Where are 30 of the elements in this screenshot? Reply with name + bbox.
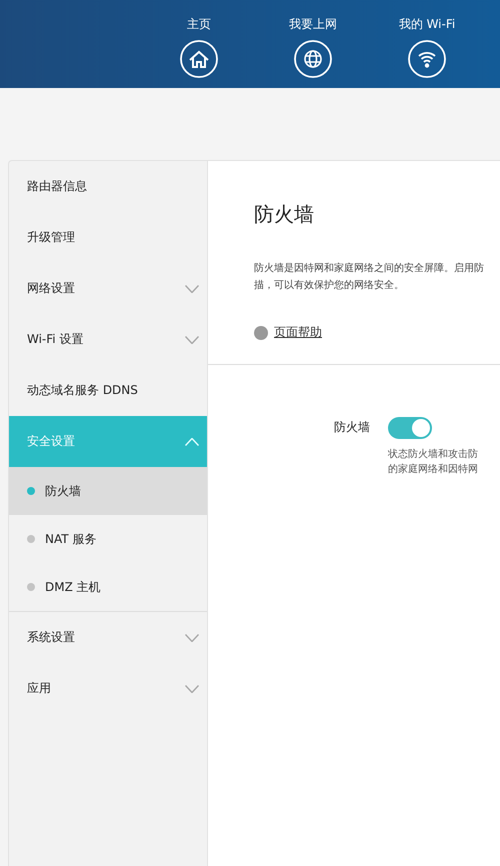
chevron-icon — [185, 284, 199, 292]
setting-note: 的家庭网络和因特网 — [388, 462, 478, 476]
nav-link[interactable]: 主页 — [166, 0, 232, 88]
info-icon — [254, 326, 268, 340]
home-icon — [179, 39, 219, 79]
wifi-icon — [407, 39, 447, 79]
sidebar-item[interactable]: 系统设置 — [9, 612, 207, 663]
nav-link[interactable]: 我的 Wi-Fi — [394, 0, 460, 88]
toggle-switch[interactable] — [388, 416, 432, 438]
setting-label: 防火墙 — [334, 418, 370, 436]
sidebar-subitem[interactable]: 防火墙 — [9, 467, 207, 515]
chevron-icon — [185, 336, 199, 344]
sidebar-item[interactable]: Wi-Fi 设置 — [9, 314, 207, 365]
nav-link[interactable]: 我要上网 — [280, 0, 346, 88]
description-text: 防火墙是因特网和家庭网络之间的安全屏障。启用防 — [254, 262, 485, 276]
globe-icon — [293, 39, 333, 79]
page-title: 防火墙 — [254, 201, 315, 228]
sidebar-subitem[interactable]: DMZ 主机 — [9, 563, 207, 611]
sidebar-item[interactable]: 网络设置 — [9, 263, 207, 314]
sidebar-item[interactable]: 路由器信息 — [9, 161, 207, 212]
chevron-icon — [185, 684, 199, 692]
sidebar-item[interactable]: 应用 — [9, 663, 207, 714]
help-link[interactable]: 页面帮助 — [254, 324, 322, 341]
description-text: 描，可以有效保护您的网络安全。 — [254, 278, 405, 293]
sidebar-subitem[interactable]: NAT 服务 — [9, 515, 207, 563]
sidebar-item[interactable]: 升级管理 — [9, 212, 207, 263]
chevron-icon — [185, 634, 199, 642]
sidebar-item[interactable]: 动态域名服务 DDNS — [9, 365, 207, 416]
chevron-icon — [185, 438, 199, 446]
setting-note: 状态防火墙和攻击防 — [388, 448, 478, 462]
